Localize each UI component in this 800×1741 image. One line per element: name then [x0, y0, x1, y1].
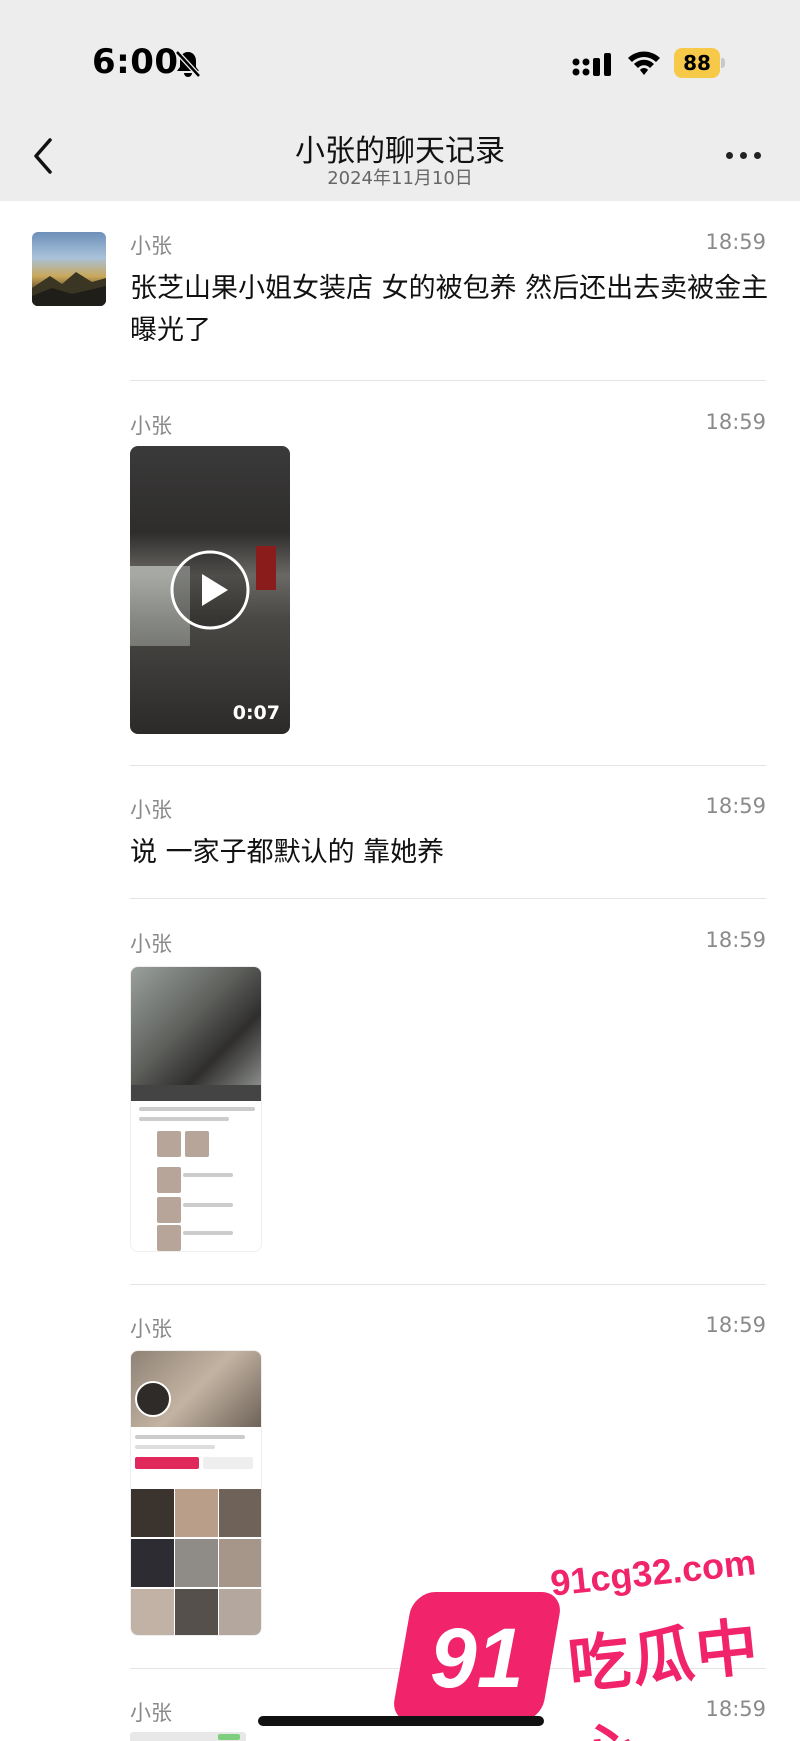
home-indicator[interactable]: [258, 1716, 544, 1726]
message-time: 18:59: [705, 410, 766, 434]
play-icon[interactable]: [168, 548, 252, 632]
top-bar: 6:00 88 小张的聊天记录 2024年11月10日: [0, 0, 800, 201]
avatar-mountain-image: [32, 272, 106, 306]
watermark-url: 91cg32.com: [548, 1541, 758, 1604]
battery-level: 88: [674, 48, 720, 78]
divider: [130, 898, 766, 899]
chat-message: 小张 18:59: [130, 1313, 766, 1343]
signal-icon: [572, 53, 611, 76]
video-duration: 0:07: [232, 702, 280, 724]
chat-message[interactable]: 小张 18:59 张芝山果小姐女装店 女的被包养 然后还出去卖被金主曝光了: [130, 230, 768, 346]
image-thumbnail[interactable]: [130, 1350, 262, 1636]
message-sender: 小张: [130, 932, 172, 956]
status-bar: 6:00 88: [0, 0, 800, 120]
message-time: 18:59: [705, 230, 766, 254]
image-thumbnail[interactable]: [130, 1732, 246, 1741]
message-sender: 小张: [130, 1317, 172, 1341]
chat-message: 小张 18:59: [130, 410, 766, 440]
watermark-label: 吃瓜中心: [564, 1609, 764, 1741]
message-time: 18:59: [705, 794, 766, 818]
avatar[interactable]: [32, 232, 106, 306]
watermark-logo: 91 91cg32.com 吃瓜中心: [390, 1541, 790, 1741]
message-time: 18:59: [705, 1313, 766, 1337]
message-time: 18:59: [705, 928, 766, 952]
video-thumbnail[interactable]: 0:07: [130, 446, 290, 734]
message-sender: 小张: [130, 798, 172, 822]
status-time: 6:00: [92, 42, 179, 82]
more-options-icon[interactable]: [724, 150, 764, 162]
message-sender: 小张: [130, 234, 172, 258]
message-text: 说 一家子都默认的 靠她养: [130, 837, 445, 868]
chat-message: 小张 18:59: [130, 928, 766, 958]
wifi-icon: [628, 51, 660, 75]
image-thumbnail[interactable]: [130, 966, 262, 1252]
message-text: 张芝山果小姐女装店 女的被包养 然后还出去卖被金主曝光了: [130, 273, 769, 346]
bell-muted-icon: [175, 50, 201, 78]
watermark-number: 91: [430, 1611, 524, 1705]
divider: [130, 1284, 766, 1285]
divider: [130, 380, 766, 381]
battery-icon: 88: [674, 48, 726, 78]
message-sender: 小张: [130, 414, 172, 438]
page-subtitle-date: 2024年11月10日: [327, 168, 473, 189]
chat-message[interactable]: 小张 18:59 说 一家子都默认的 靠她养: [130, 794, 766, 878]
divider: [130, 765, 766, 766]
message-sender: 小张: [130, 1701, 172, 1725]
